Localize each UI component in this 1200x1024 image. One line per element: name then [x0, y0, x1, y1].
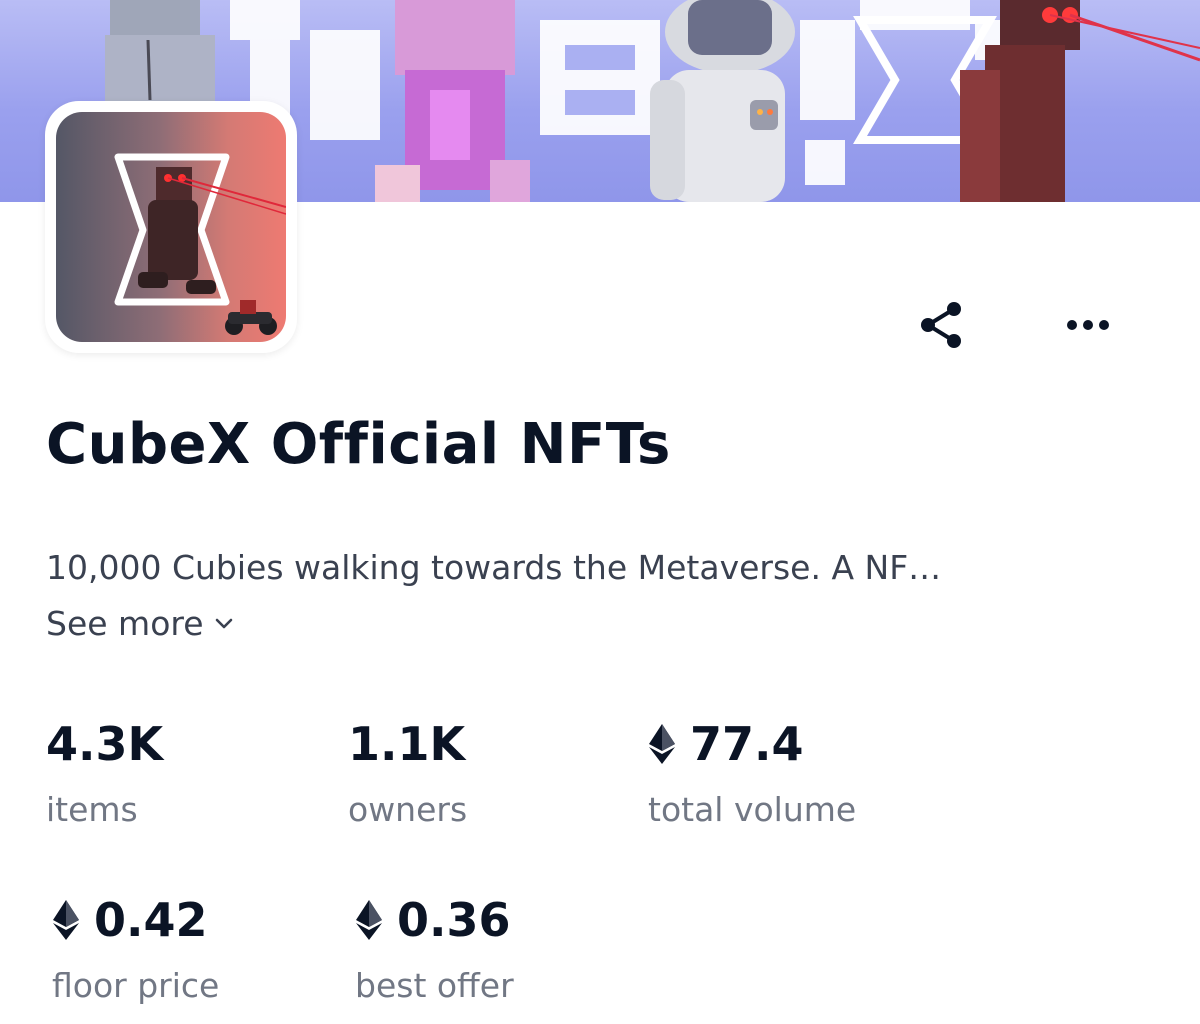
collection-avatar	[45, 101, 297, 353]
share-icon	[921, 302, 961, 348]
see-more-button[interactable]: See more	[46, 604, 234, 643]
collection-avatar-image	[56, 112, 286, 342]
stat-label: items	[46, 790, 138, 829]
see-more-label: See more	[46, 604, 204, 643]
ethereum-icon	[356, 900, 382, 940]
ethereum-icon	[649, 724, 675, 764]
stat-label: best offer	[355, 966, 514, 1005]
collection-title: CubeX Official NFTs	[46, 412, 671, 477]
stat-best-offer: 0.36 best offer	[355, 892, 514, 1005]
stat-items: 4.3K items	[46, 716, 163, 829]
stat-label: total volume	[648, 790, 857, 829]
collection-description: 10,000 Cubies walking towards the Metave…	[46, 548, 942, 587]
ethereum-icon	[53, 900, 79, 940]
stat-value: 0.36	[397, 893, 511, 947]
stat-value: 1.1K	[348, 717, 466, 771]
stat-value: 4.3K	[46, 717, 164, 771]
more-horizontal-icon	[1067, 320, 1109, 330]
stat-label: floor price	[52, 966, 220, 1005]
more-options-button[interactable]	[1058, 295, 1118, 355]
stat-label: owners	[348, 790, 468, 829]
stat-value: 0.42	[94, 893, 208, 947]
chevron-down-icon	[215, 618, 232, 628]
stat-owners: 1.1K owners	[348, 716, 467, 829]
stat-value: 77.4	[690, 717, 804, 771]
cubex-logo-icon	[114, 153, 286, 335]
stat-floor-price: 0.42 floor price	[52, 892, 219, 1005]
share-button[interactable]	[912, 295, 972, 355]
stat-total-volume: 77.4 total volume	[648, 716, 856, 829]
